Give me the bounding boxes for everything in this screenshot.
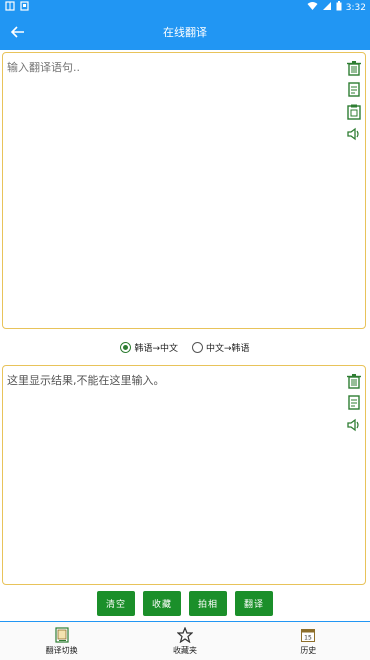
image-notification-icon	[20, 1, 29, 14]
nav-favorites[interactable]: 收藏夹	[123, 622, 246, 660]
calendar-icon: 15	[300, 627, 316, 643]
radio-chinese-to-korean[interactable]: 中文→韩语	[192, 341, 250, 354]
copy-icon[interactable]	[345, 394, 363, 412]
output-tools	[345, 372, 363, 434]
radio-label: 韩语→中文	[134, 343, 178, 354]
radio-selected-icon	[120, 341, 132, 353]
translation-input[interactable]	[7, 59, 337, 322]
photo-button[interactable]: 拍相	[189, 591, 227, 616]
copy-icon[interactable]	[345, 81, 363, 99]
clock: 3:32	[345, 2, 366, 13]
calendar-day: 15	[304, 635, 312, 642]
star-icon	[176, 626, 194, 644]
nav-history[interactable]: 15 历史	[247, 622, 370, 660]
delete-icon[interactable]	[345, 59, 363, 77]
nav-label: 历史	[300, 646, 317, 655]
app-notification-icon	[5, 1, 15, 14]
clear-button[interactable]: 清空	[97, 591, 135, 616]
status-bar: 3:32	[0, 0, 370, 14]
nav-label: 收藏夹	[172, 646, 197, 655]
speaker-icon[interactable]	[345, 416, 363, 434]
direction-selector: 韩语→中文 中文→韩语	[0, 339, 370, 355]
input-panel	[2, 52, 366, 329]
translation-output: 这里显示结果,不能在这里输入。	[7, 374, 165, 387]
radio-label: 中文→韩语	[206, 343, 250, 354]
page-title: 在线翻译	[163, 26, 207, 39]
radio-unselected-icon	[192, 341, 203, 353]
delete-icon[interactable]	[345, 372, 363, 390]
nav-label: 翻译切换	[45, 646, 78, 655]
input-tools	[345, 59, 363, 143]
action-buttons: 清空 收藏 拍相 翻译	[0, 591, 370, 616]
paste-icon[interactable]	[345, 103, 363, 121]
signal-icon	[322, 1, 332, 14]
translate-button[interactable]: 翻译	[235, 591, 273, 616]
favorite-button[interactable]: 收藏	[143, 591, 181, 616]
battery-icon	[336, 1, 342, 14]
book-icon	[54, 627, 70, 643]
app-bar: 在线翻译	[0, 14, 370, 50]
nav-translate-switch[interactable]: 翻译切换	[0, 622, 123, 660]
wifi-icon	[307, 1, 318, 14]
output-panel: 这里显示结果,不能在这里输入。	[2, 365, 366, 585]
bottom-nav: 翻译切换 收藏夹 15 历史	[0, 621, 370, 660]
radio-korean-to-chinese[interactable]: 韩语→中文	[120, 341, 178, 354]
speaker-icon[interactable]	[345, 125, 363, 143]
